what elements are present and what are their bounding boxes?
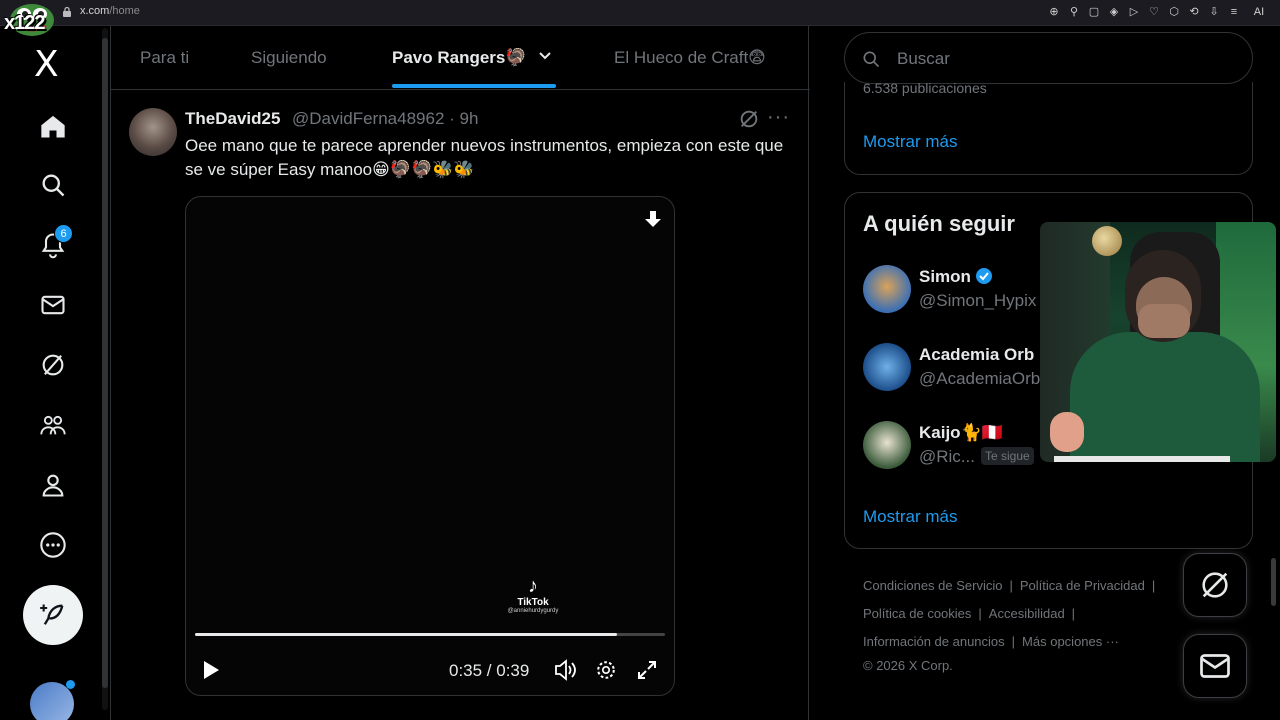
- tiktok-username: @anniehurdygurdy: [507, 608, 559, 614]
- messages-floating-button[interactable]: [1183, 634, 1247, 698]
- avatar[interactable]: [863, 421, 911, 469]
- lock-icon: [63, 6, 71, 17]
- footer-link-ads-info[interactable]: Información de anuncios: [863, 634, 1005, 649]
- profile-icon[interactable]: [34, 466, 72, 504]
- show-more-trends-link[interactable]: Mostrar más: [863, 132, 957, 152]
- user-name[interactable]: Simon: [919, 267, 971, 286]
- video-player[interactable]: ♪ TikTok @anniehurdygurdy 0:35 / 0:39: [185, 196, 675, 696]
- notifications-badge: 6: [54, 224, 73, 243]
- footer-link-cookies[interactable]: Política de cookies: [863, 606, 971, 621]
- zoom-icon[interactable]: ⊕: [1048, 5, 1060, 18]
- webcam-overlay: [1040, 222, 1276, 462]
- heart-icon[interactable]: ♡: [1148, 5, 1160, 18]
- user-name[interactable]: Academia Orb: [919, 345, 1034, 365]
- grok-floating-button[interactable]: [1183, 553, 1247, 617]
- reader-icon[interactable]: ▢: [1088, 5, 1100, 18]
- communities-icon[interactable]: [34, 406, 72, 444]
- tweet-author-name[interactable]: TheDavid25: [185, 109, 280, 129]
- footer-link-terms[interactable]: Condiciones de Servicio: [863, 578, 1002, 593]
- left-scrollbar[interactable]: [102, 28, 108, 710]
- status-dot: [66, 680, 75, 689]
- volume-icon[interactable]: [553, 659, 577, 681]
- grok-icon[interactable]: [34, 346, 72, 384]
- tiktok-logo-icon: ♪: [528, 575, 538, 597]
- active-tab-indicator: [392, 84, 556, 88]
- footer-link-accessibility[interactable]: Accesibilidad: [989, 606, 1065, 621]
- tweet-text: Oee mano que te parece aprender nuevos i…: [185, 136, 784, 179]
- user-handle[interactable]: @Ric...: [919, 447, 975, 466]
- grok-icon[interactable]: [738, 108, 760, 130]
- follows-you-badge: Te sigue: [980, 447, 1034, 465]
- mascot-sticker: [1050, 412, 1084, 452]
- search-placeholder: Buscar: [897, 49, 950, 68]
- tab-pavo-rangers[interactable]: Pavo Rangers🦃: [392, 48, 527, 68]
- video-progress-bar[interactable]: [195, 633, 665, 636]
- shield-icon[interactable]: ◈: [1108, 5, 1120, 18]
- download-icon[interactable]: [643, 209, 663, 231]
- user-handle[interactable]: @AcademiaOrb: [919, 369, 1040, 389]
- footer-link-privacy[interactable]: Política de Privacidad: [1020, 578, 1145, 593]
- search-icon: [863, 51, 880, 68]
- more-icon[interactable]: [34, 526, 72, 564]
- main-timeline: Para ti Siguiendo Pavo Rangers🦃 El Hueco…: [110, 26, 810, 720]
- page-scrollbar[interactable]: [1271, 30, 1277, 720]
- trend-post-count: 6.538 publicaciones: [863, 80, 987, 96]
- avatar[interactable]: [863, 265, 911, 313]
- chevron-down-icon[interactable]: [538, 49, 552, 63]
- play-icon[interactable]: [202, 659, 220, 681]
- play-icon[interactable]: ▷: [1128, 5, 1140, 18]
- timeline-tabs: Para ti Siguiendo Pavo Rangers🦃 El Hueco…: [111, 26, 810, 90]
- gear-icon[interactable]: [595, 659, 617, 681]
- settings-icon[interactable]: ≡: [1228, 6, 1240, 18]
- url-path: /home: [109, 5, 140, 17]
- video-time: 0:35 / 0:39: [449, 661, 530, 680]
- share-icon[interactable]: ⟲: [1188, 5, 1200, 18]
- bookmark-pin-icon[interactable]: ⚲: [1068, 5, 1080, 18]
- tab-el-hueco-de-craft[interactable]: El Hueco de Craft😨: [614, 48, 766, 68]
- messages-icon[interactable]: [34, 286, 72, 324]
- avatar[interactable]: [863, 343, 911, 391]
- post-button[interactable]: [23, 585, 83, 645]
- verified-badge-icon: [975, 268, 992, 284]
- search-input[interactable]: Buscar: [844, 32, 1253, 84]
- tweet-author-avatar[interactable]: [129, 108, 177, 156]
- extension-icon[interactable]: ⬡: [1168, 5, 1180, 18]
- copyright: © 2026 X Corp.: [863, 658, 953, 673]
- x-logo[interactable]: X: [34, 44, 59, 85]
- tab-para-ti[interactable]: Para ti: [140, 48, 189, 68]
- left-navigation: X: [0, 26, 100, 720]
- more-options-icon[interactable]: ···: [767, 106, 790, 129]
- tab-siguiendo[interactable]: Siguiendo: [251, 48, 327, 68]
- extension-toolbar: ⊕ ⚲ ▢ ◈ ▷ ♡ ⬡ ⟲ ⇩ ≡ AI: [1048, 5, 1270, 19]
- home-icon[interactable]: [34, 108, 72, 146]
- grok-icon: [1202, 572, 1228, 598]
- user-name[interactable]: Kaijo🐈🇵🇪: [919, 423, 1003, 443]
- url-host: x.com: [80, 5, 110, 17]
- download-icon[interactable]: ⇩: [1208, 5, 1220, 18]
- tiktok-brand: TikTok: [517, 597, 549, 608]
- footer-link-more-options[interactable]: Más opciones ···: [1022, 634, 1119, 649]
- who-to-follow-title: A quién seguir: [863, 211, 1015, 236]
- tiktok-watermark: ♪ TikTok @anniehurdygurdy: [500, 575, 566, 614]
- envelope-icon: [1200, 654, 1230, 678]
- user-handle[interactable]: @Simon_Hypix: [919, 291, 1036, 311]
- fullscreen-icon[interactable]: [637, 660, 657, 680]
- trends-panel: 6.538 publicaciones Mostrar más: [844, 80, 1253, 175]
- video-progress-fill: [195, 633, 617, 636]
- footer-links: Condiciones de Servicio | Política de Priv…: [863, 572, 1193, 676]
- tweet-author-handle[interactable]: @DavidFerna48962 · 9h: [292, 109, 478, 129]
- browser-toolbar: x.com/home ⊕ ⚲ ▢ ◈ ▷ ♡ ⬡ ⟲ ⇩ ≡ AI: [0, 0, 1280, 26]
- search-icon[interactable]: [34, 166, 72, 204]
- address-bar[interactable]: x.com/home: [62, 5, 140, 17]
- show-more-follow-link[interactable]: Mostrar más: [863, 507, 957, 527]
- streamer-tag: x122: [4, 12, 45, 34]
- ai-icon[interactable]: AI: [1248, 6, 1270, 18]
- feather-plus-icon: [40, 604, 64, 625]
